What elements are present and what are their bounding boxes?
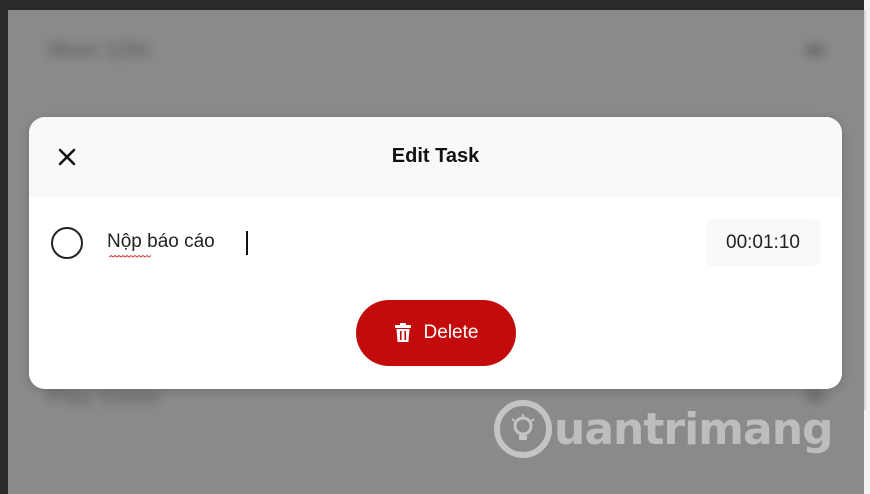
- background-task-row: Meet 12th: [48, 37, 824, 62]
- window-left-edge: [0, 0, 8, 494]
- scrollbar[interactable]: [864, 0, 870, 494]
- task-timer[interactable]: 00:01:10: [706, 219, 820, 267]
- task-row: 00:01:10: [29, 197, 842, 289]
- modal-title: Edit Task: [391, 145, 480, 167]
- edit-task-modal: Edit Task 00:01:10 Delete: [29, 117, 842, 389]
- task-name-input[interactable]: [107, 225, 567, 259]
- watermark-text: uantrimang: [554, 403, 834, 455]
- watermark: uantrimang: [494, 394, 834, 464]
- lightbulb-logo-icon: [494, 400, 552, 458]
- delete-button[interactable]: Delete: [356, 300, 516, 366]
- window-top-edge: [0, 0, 866, 10]
- trash-icon: [394, 323, 412, 343]
- scrollbar-track: [864, 10, 866, 410]
- background-task-icon: [806, 45, 824, 55]
- task-complete-checkbox[interactable]: [51, 227, 83, 259]
- modal-body: 00:01:10 Delete: [29, 197, 842, 389]
- text-caret: [246, 231, 248, 255]
- delete-button-label: Delete: [423, 322, 479, 343]
- modal-header: Edit Task: [29, 117, 842, 197]
- background-task-text: Meet 12th: [48, 37, 150, 62]
- spellcheck-underline: [109, 255, 151, 258]
